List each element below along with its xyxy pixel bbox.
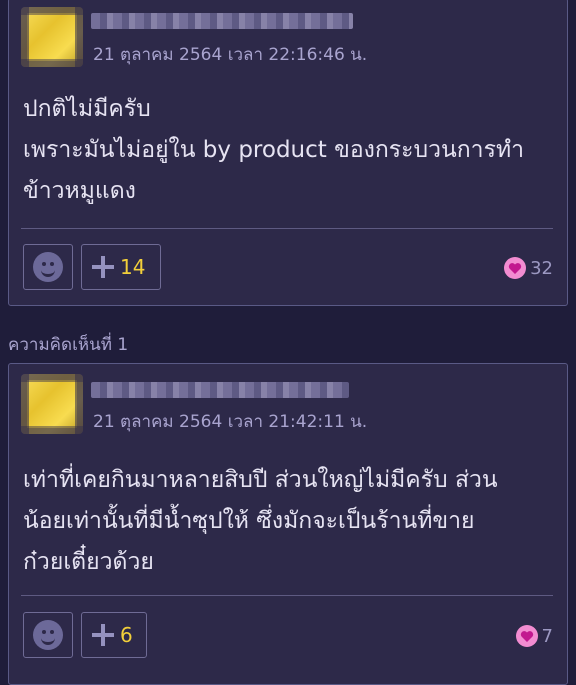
username-redacted (91, 13, 353, 29)
heart-reaction[interactable]: 7 (515, 625, 553, 647)
avatar[interactable] (21, 374, 83, 434)
heart-count: 32 (530, 257, 553, 279)
plus-count: 6 (120, 623, 133, 647)
heart-icon (515, 625, 538, 647)
smiley-icon (33, 620, 63, 650)
comment-number-label: ความคิดเห็นที่ 1 (8, 335, 129, 355)
plus-count: 14 (120, 255, 146, 279)
divider (21, 228, 553, 229)
comment-line: ปกติไม่มีครับ (23, 96, 151, 122)
plus-vote-button[interactable]: 6 (81, 612, 147, 658)
plus-icon (92, 624, 114, 646)
username-redacted (91, 382, 349, 398)
reply-card: 21 ตุลาคม 2564 เวลา 22:16:46 น. ปกติไม่ม… (8, 0, 568, 306)
comment-line: ข้าวหมูแดง (23, 178, 136, 204)
comment-line: เพราะมันไม่อยู่ใน by product ของกระบวนกา… (23, 137, 525, 163)
reply-card: 21 ตุลาคม 2564 เวลา 21:42:11 น. เท่าที่เ… (8, 363, 568, 685)
comment-text: ปกติไม่มีครับ เพราะมันไม่อยู่ใน by produ… (23, 89, 547, 212)
comment-line: น้อยเท่านั้นที่มีน้ำซุปให้ ซึ่งมักจะเป็น… (23, 508, 475, 534)
comment-line: ก๋วยเตี๋ยวด้วย (23, 549, 154, 575)
comment-text: เท่าที่เคยกินมาหลายสิบปี ส่วนใหญ่ไม่มีคร… (23, 460, 547, 583)
timestamp: 21 ตุลาคม 2564 เวลา 22:16:46 น. (93, 45, 368, 65)
emotion-button[interactable] (23, 244, 73, 290)
heart-reaction[interactable]: 32 (504, 257, 553, 279)
heart-icon (504, 257, 527, 279)
smiley-icon (33, 252, 63, 282)
heart-count: 7 (541, 625, 553, 647)
plus-icon (92, 256, 114, 278)
comment-line: เท่าที่เคยกินมาหลายสิบปี ส่วนใหญ่ไม่มีคร… (23, 467, 498, 493)
plus-vote-button[interactable]: 14 (81, 244, 161, 290)
divider (21, 595, 553, 596)
timestamp: 21 ตุลาคม 2564 เวลา 21:42:11 น. (93, 412, 368, 432)
emotion-button[interactable] (23, 612, 73, 658)
avatar[interactable] (21, 7, 83, 67)
